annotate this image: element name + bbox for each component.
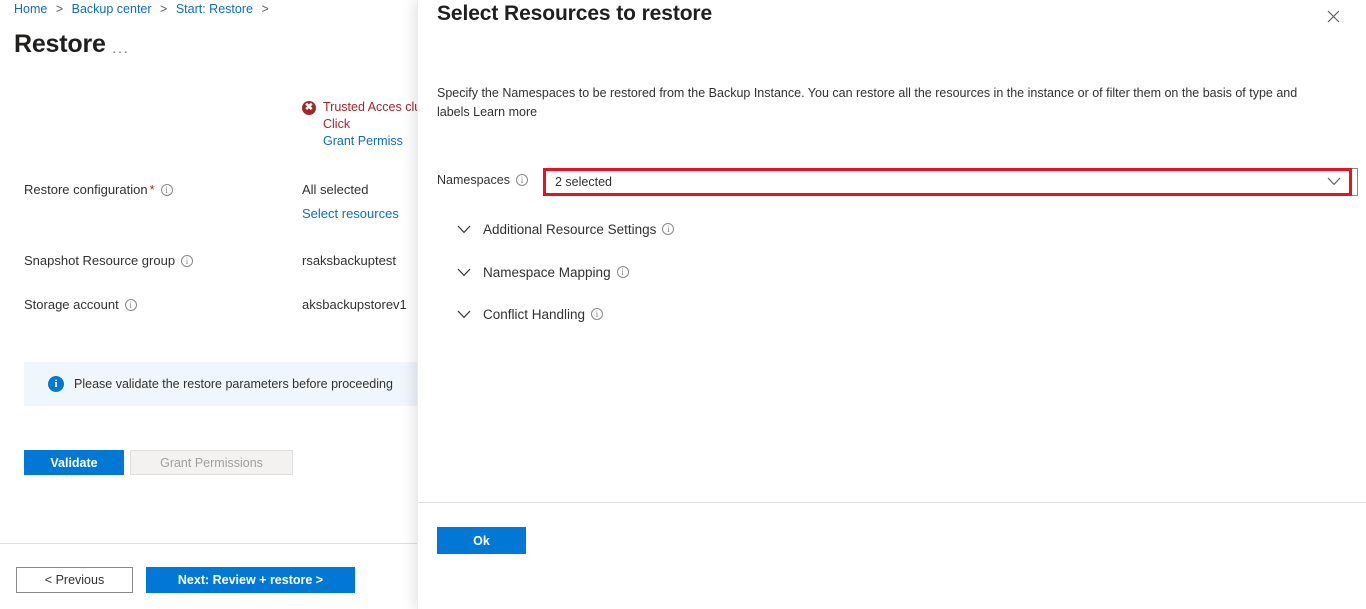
error-message-text: Trusted Acces cluster. Click [323, 100, 418, 131]
select-resources-link[interactable]: Select resources [302, 206, 399, 221]
panel-description: Specify the Namespaces to be restored fr… [437, 86, 1298, 119]
label-storage-account: Storage account i [24, 297, 137, 312]
namespaces-highlight-box: 2 selected [543, 168, 1352, 196]
breadcrumb-separator: > [261, 2, 269, 16]
azure-portal-screen: Home > Backup center > Start: Restore > … [0, 0, 1366, 609]
info-icon[interactable]: i [515, 174, 528, 186]
namespaces-row: Namespaces i 2 selected [437, 168, 1358, 196]
info-banner-text: Please validate the restore parameters b… [74, 377, 393, 391]
info-icon[interactable]: i [160, 184, 173, 196]
value-restore-configuration: All selected [302, 182, 369, 197]
grant-permissions-link[interactable]: Grant Permiss [323, 133, 418, 150]
info-icon[interactable]: i [591, 307, 604, 320]
chevron-down-icon [457, 225, 471, 234]
panel-footer-divider [418, 502, 1366, 503]
previous-button[interactable]: < Previous [16, 567, 133, 593]
footer-divider [0, 543, 418, 544]
breadcrumb-item-start-restore[interactable]: Start: Restore [176, 2, 253, 16]
breadcrumb-item-home[interactable]: Home [14, 2, 47, 16]
info-icon[interactable]: i [662, 222, 675, 235]
breadcrumb: Home > Backup center > Start: Restore > [14, 2, 274, 16]
namespaces-selected-value: 2 selected [555, 175, 612, 189]
form-row-restore-configuration: Restore configuration * i All selected [0, 182, 418, 200]
info-icon[interactable]: i [616, 265, 629, 278]
info-banner: i Please validate the restore parameters… [24, 362, 418, 406]
value-snapshot-resource-group: rsaksbackuptest [302, 253, 396, 268]
grant-permissions-button: Grant Permissions [130, 450, 293, 475]
page-title: Restore [14, 30, 106, 58]
info-icon[interactable]: i [181, 255, 194, 267]
section-additional-resource-settings[interactable]: Additional Resource Settings i [457, 222, 675, 237]
form-row-storage-account: Storage account i aksbackupstorev1 [0, 297, 418, 315]
form-row-snapshot-resource-group: Snapshot Resource group i rsaksbackuptest [0, 253, 418, 271]
label-restore-configuration: Restore configuration * i [24, 182, 173, 197]
section-label: Conflict Handling [483, 307, 586, 322]
label-snapshot-resource-group: Snapshot Resource group i [24, 253, 194, 268]
close-icon[interactable] [1320, 6, 1346, 32]
value-storage-account: aksbackupstorev1 [302, 297, 407, 312]
select-resources-panel: Select Resources to restore Specify the … [417, 0, 1366, 609]
section-conflict-handling[interactable]: Conflict Handling i [457, 307, 604, 322]
validate-button[interactable]: Validate [24, 450, 124, 475]
info-icon[interactable]: i [124, 299, 137, 311]
breadcrumb-item-backup-center[interactable]: Backup center [72, 2, 152, 16]
namespaces-dropdown[interactable]: 2 selected [546, 171, 1349, 193]
breadcrumb-separator: > [55, 2, 64, 16]
error-circle-icon: ✖ [302, 101, 316, 115]
section-label: Additional Resource Settings [483, 222, 657, 237]
restore-blade: Home > Backup center > Start: Restore > … [0, 0, 418, 609]
panel-title: Select Resources to restore [437, 2, 713, 25]
section-label: Namespace Mapping [483, 265, 611, 280]
more-options-button[interactable]: ··· [112, 44, 130, 59]
chevron-down-icon [457, 268, 471, 277]
section-namespace-mapping[interactable]: Namespace Mapping i [457, 265, 629, 280]
info-filled-icon: i [48, 376, 64, 392]
chevron-down-icon [1327, 173, 1341, 191]
ok-button[interactable]: Ok [437, 527, 526, 554]
breadcrumb-separator: > [160, 2, 168, 16]
form-row-select-resources-link: Select resources [0, 206, 418, 224]
trusted-access-error: ✖ Trusted Acces cluster. Click Grant Per… [302, 99, 418, 150]
label-namespaces: Namespaces i [437, 173, 528, 187]
chevron-down-icon [457, 310, 471, 319]
next-review-restore-button[interactable]: Next: Review + restore > [146, 567, 355, 593]
